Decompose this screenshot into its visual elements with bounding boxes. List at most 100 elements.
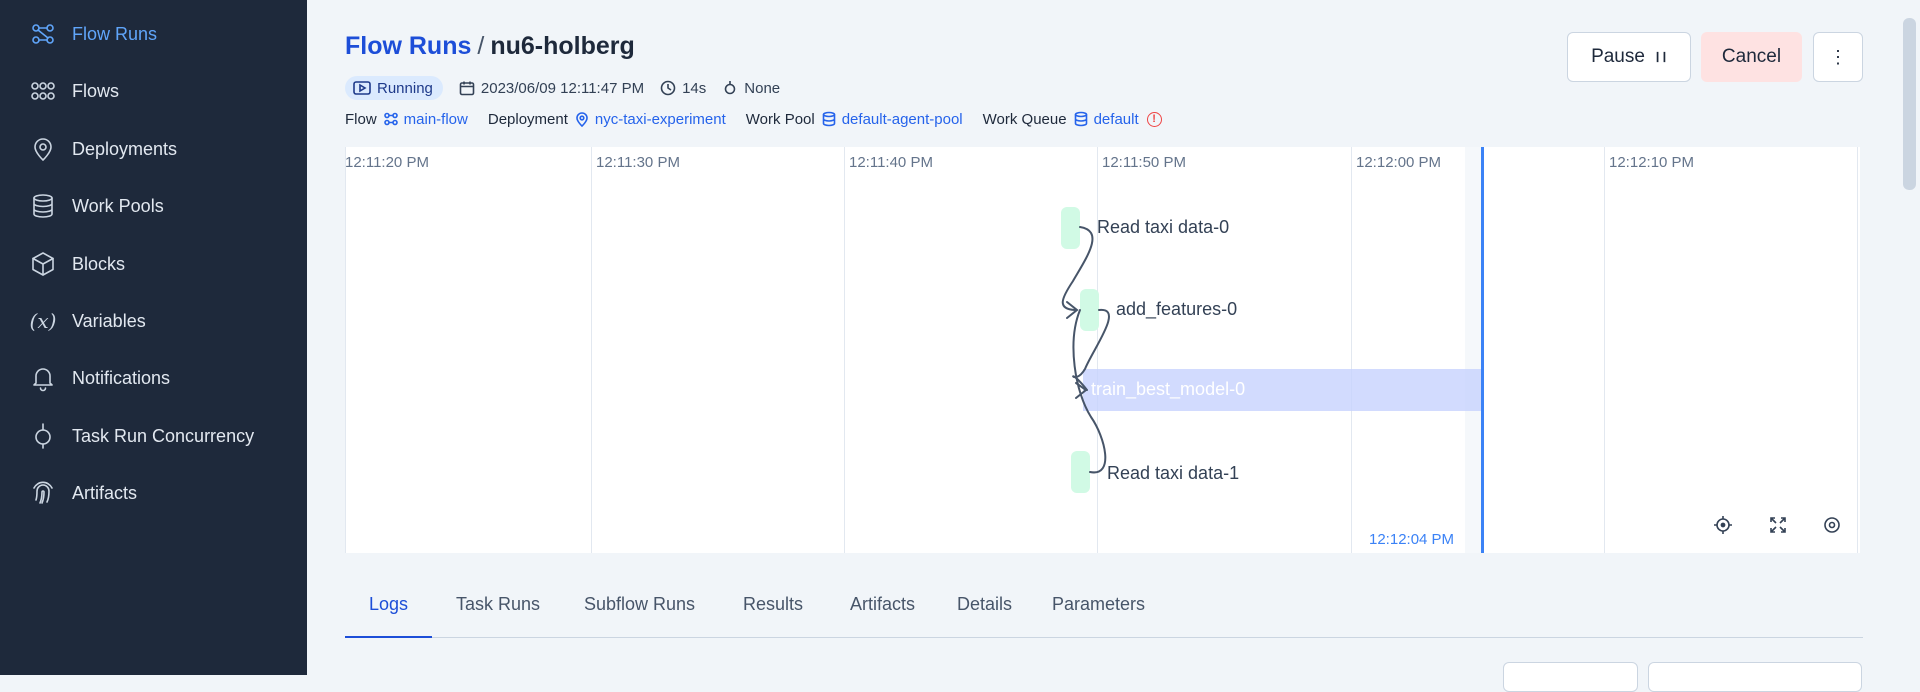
tab-parameters[interactable]: Parameters [1052, 594, 1145, 615]
tab-subflow-runs[interactable]: Subflow Runs [584, 594, 695, 615]
log-level-select[interactable] [1503, 662, 1638, 692]
timeline-tick: 12:11:20 PM [345, 147, 429, 553]
active-tab-indicator [345, 636, 432, 638]
timeline-tick: 12:11:50 PM [1097, 147, 1186, 553]
sidebar-item-artifacts[interactable]: Artifacts [0, 468, 307, 518]
flow-key: Flow [345, 110, 377, 128]
flows-icon [383, 112, 398, 126]
flow-value: main-flow [403, 110, 468, 128]
deployment-value: nyc-taxi-experiment [594, 110, 726, 128]
run-tabs: Logs Task Runs Subflow Runs Results Arti… [345, 580, 1863, 638]
timeline-tick: 12:11:40 PM [844, 147, 933, 553]
more-icon: ⋮ [1829, 46, 1847, 67]
tab-artifacts[interactable]: Artifacts [850, 594, 915, 615]
task-label: Read taxi data-0 [1097, 217, 1230, 237]
clock-icon [660, 80, 676, 96]
log-sort-select[interactable] [1648, 662, 1862, 692]
now-marker [1481, 147, 1484, 553]
start-time: 2023/06/09 12:11:47 PM [459, 80, 644, 97]
timeline-tick: 12:11:30 PM [591, 147, 680, 553]
timeline-settings-button[interactable] [1820, 513, 1844, 537]
page-scrollbar[interactable] [1899, 0, 1920, 675]
cancel-button[interactable]: Cancel [1701, 32, 1802, 82]
sidebar-item-label: Artifacts [72, 482, 138, 503]
map-pin-icon [29, 135, 57, 163]
now-label: 12:12:04 PM [1369, 531, 1455, 548]
more-options-button[interactable]: ⋮ [1813, 32, 1863, 82]
sidebar-item-flows[interactable]: Flows [0, 66, 307, 116]
tab-task-runs[interactable]: Task Runs [456, 594, 540, 615]
deployment-key: Deployment [487, 110, 568, 128]
sidebar-item-label: Notifications [72, 367, 171, 388]
task-label: train_best_model-0 [1091, 379, 1246, 399]
sidebar-item-label: Deployments [72, 138, 178, 159]
work-pool-link[interactable]: default-agent-pool [821, 111, 963, 128]
work-pool-value: default-agent-pool [841, 110, 963, 128]
timeline-tick [1857, 147, 1858, 553]
tick-label: 12:11:40 PM [849, 154, 933, 171]
page-title: nu6-holberg [490, 32, 635, 60]
state-label: Running [377, 79, 433, 97]
start-time-value: 2023/06/09 12:11:47 PM [480, 79, 645, 97]
fullscreen-button[interactable] [1766, 513, 1790, 537]
tab-results[interactable]: Results [743, 594, 803, 615]
arrowhead [1066, 301, 1079, 319]
work-queue-link[interactable]: default [1073, 111, 1139, 128]
pause-label: Pause [1591, 46, 1645, 67]
map-pin-icon [576, 112, 588, 127]
task-label: Read taxi data-1 [1107, 463, 1240, 483]
sidebar-item-label: Flow Runs [72, 23, 158, 44]
tick-label: 12:11:20 PM [345, 154, 429, 171]
now-shade [1465, 147, 1481, 553]
task-node-add-features-0[interactable] [1080, 289, 1099, 331]
flow-runs-icon [29, 20, 57, 48]
expand-icon [1770, 517, 1786, 533]
task-label: add_features-0 [1116, 299, 1238, 319]
tags-value: None [744, 79, 781, 97]
center-view-button[interactable] [1711, 513, 1735, 537]
sidebar-item-deployments[interactable]: Deployments [0, 124, 307, 174]
scrollbar-thumb[interactable] [1903, 18, 1916, 190]
sidebar-item-variables[interactable]: (x) Variables [0, 296, 307, 346]
flow-link[interactable]: main-flow [383, 111, 468, 128]
sidebar-item-blocks[interactable]: Blocks [0, 239, 307, 289]
breadcrumb: Flow Runs / nu6-holberg [345, 32, 635, 61]
timeline-tick: 12:12:00 PM [1351, 147, 1441, 553]
variable-icon: (x) [29, 309, 57, 333]
concurrency-icon [724, 81, 736, 95]
database-icon [29, 192, 57, 220]
tab-logs[interactable]: Logs [369, 594, 408, 615]
database-icon [822, 111, 836, 127]
concurrency-icon [29, 422, 57, 450]
calendar-icon [459, 81, 475, 96]
main-content: Flow Runs / nu6-holberg Running 2023/06/09… [307, 0, 1920, 692]
work-pool-key: Work Pool [745, 110, 815, 128]
tick-label: 12:11:50 PM [1102, 154, 1186, 171]
task-node-read-taxi-data-1[interactable] [1071, 451, 1090, 493]
run-meta-row: Running 2023/06/09 12:11:47 PM 14s None [345, 76, 780, 100]
play-icon [353, 81, 371, 95]
task-node-read-taxi-data-0[interactable] [1061, 207, 1080, 249]
sidebar-item-label: Work Pools [72, 195, 164, 216]
pause-icon [1656, 51, 1666, 63]
tick-label: 12:12:10 PM [1609, 154, 1695, 171]
sidebar-item-notifications[interactable]: Notifications [0, 353, 307, 403]
warning-icon: ! [1146, 111, 1162, 127]
sidebar-item-flow-runs[interactable]: Flow Runs [0, 9, 307, 59]
flow-run-timeline[interactable]: 12:11:20 PM 12:11:30 PM 12:11:40 PM 12:1… [345, 147, 1860, 553]
sidebar: Flow Runs Flows Deployments Work Pools B… [0, 0, 307, 675]
deployment-link[interactable]: nyc-taxi-experiment [574, 111, 726, 128]
fingerprint-icon [29, 479, 57, 507]
pause-button[interactable]: Pause [1567, 32, 1691, 82]
timeline-tick: 12:12:10 PM [1604, 147, 1694, 553]
database-icon [1074, 111, 1087, 127]
cube-icon [29, 250, 57, 278]
cancel-label: Cancel [1721, 46, 1782, 67]
bell-icon [29, 364, 57, 392]
tick-label: 12:12:00 PM [1356, 154, 1442, 171]
sidebar-item-task-run-concurrency[interactable]: Task Run Concurrency [0, 411, 307, 461]
sidebar-item-work-pools[interactable]: Work Pools [0, 181, 307, 231]
tab-details[interactable]: Details [957, 594, 1012, 615]
breadcrumb-flow-runs-link[interactable]: Flow Runs [345, 32, 471, 60]
sidebar-item-label: Flows [72, 80, 120, 101]
